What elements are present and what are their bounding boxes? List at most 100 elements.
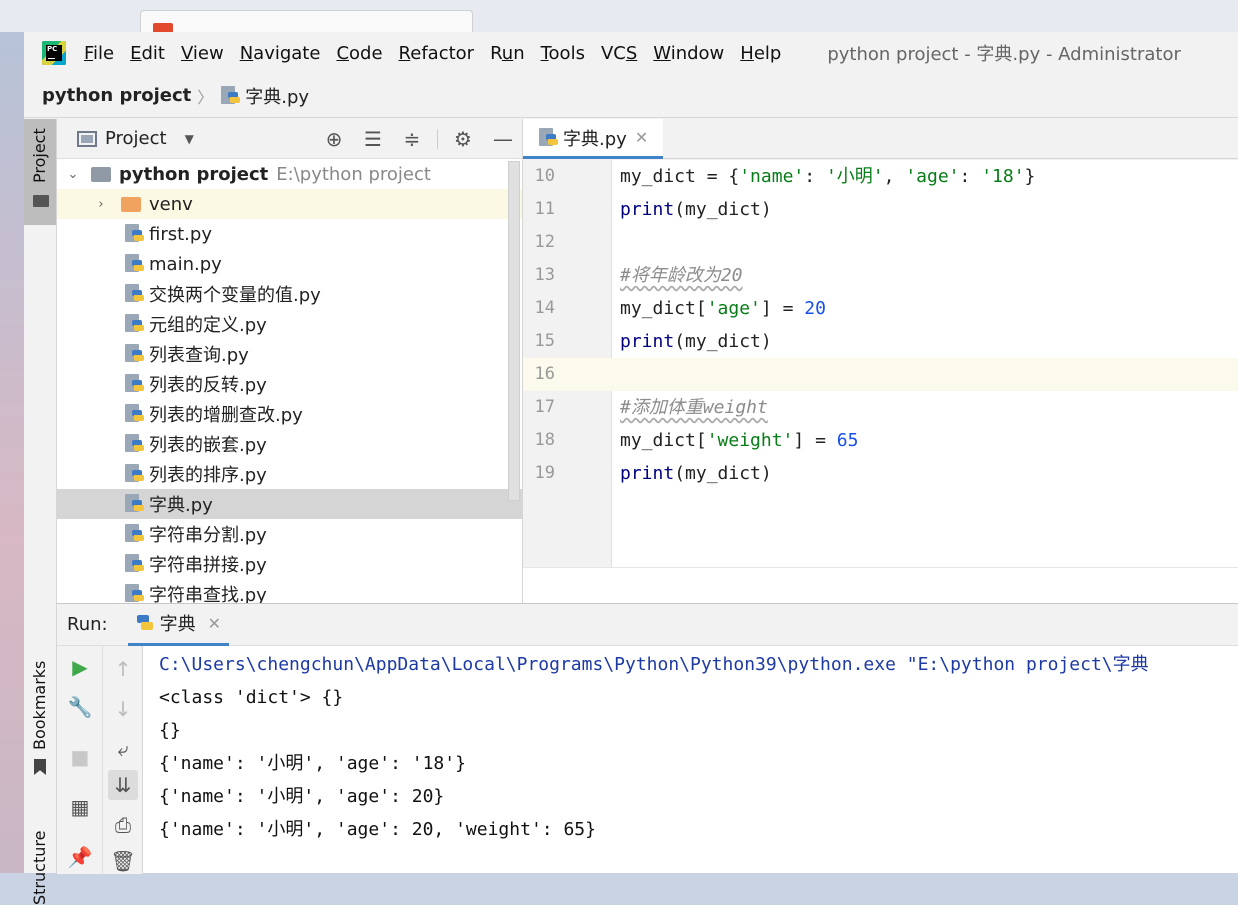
tree-file-label: 字符串拼接.py — [149, 555, 267, 576]
expand-all-icon[interactable]: ☰ — [361, 127, 385, 151]
run-panel: Run: 字典 ✕ ▶ 🔧 ■ ▦ 📌 ↑ ↓ ⤶ ⇊ ⎙ 🗑 C:\Users… — [57, 603, 1238, 874]
folder-icon — [121, 196, 141, 212]
wrench-icon[interactable]: 🔧 — [65, 692, 95, 722]
structure-tool-label: Structure — [30, 830, 49, 905]
tree-file-str-find[interactable]: 字符串查找.py — [57, 579, 522, 603]
run-toolbar-primary: ▶ 🔧 ■ ▦ 📌 — [57, 646, 103, 874]
run-tab[interactable]: 字典 ✕ — [127, 604, 229, 646]
menu-file[interactable]: File — [84, 43, 114, 64]
python-file-icon — [125, 554, 144, 574]
menu-run[interactable]: Run — [490, 43, 525, 64]
breadcrumb-file[interactable]: 字典.py — [245, 83, 309, 109]
stop-icon[interactable]: ■ — [65, 742, 95, 772]
menu-navigate[interactable]: Navigate — [240, 43, 321, 64]
code-text: my_dict['age'] = 20 — [620, 298, 826, 319]
tree-file-tuple[interactable]: 元组的定义.py — [57, 309, 522, 339]
bookmarks-tool-button[interactable]: Bookmarks — [24, 644, 56, 784]
project-panel: Project ▼ ⊕ ☰ ≑ ⚙ — ⌄ python project E:\… — [57, 119, 523, 603]
scroll-to-end-icon[interactable]: ⇊ — [108, 770, 138, 800]
pin-icon[interactable]: 📌 — [65, 842, 95, 872]
project-view-selector[interactable]: Project — [105, 128, 167, 149]
menu-edit[interactable]: Edit — [130, 43, 165, 64]
tree-file-label: 列表的嵌套.py — [149, 435, 267, 456]
editor-tab-label: 字典.py — [563, 128, 627, 150]
breadcrumb-project[interactable]: python project — [42, 85, 191, 106]
run-panel-header: Run: 字典 ✕ — [57, 604, 1238, 646]
tree-file-dict-selected[interactable]: 字典.py — [57, 489, 522, 519]
tree-file-list-reverse[interactable]: 列表的反转.py — [57, 369, 522, 399]
window-title: python project - 字典.py - Administrator — [827, 44, 1181, 65]
close-icon[interactable]: ✕ — [208, 614, 221, 633]
folder-icon — [33, 195, 49, 207]
gear-icon[interactable]: ⚙ — [451, 127, 475, 151]
line-number: 17 — [534, 397, 555, 417]
tree-file-list-nested[interactable]: 列表的嵌套.py — [57, 429, 522, 459]
tree-file-list-sort[interactable]: 列表的排序.py — [57, 459, 522, 489]
menu-vcs[interactable]: VCS — [601, 43, 637, 64]
run-label: Run: — [67, 614, 108, 635]
tree-file-label: 字典.py — [149, 495, 213, 516]
tree-root[interactable]: ⌄ python project E:\python project — [57, 159, 522, 189]
run-toolbar-secondary: ↑ ↓ ⤶ ⇊ ⎙ 🗑 — [103, 646, 143, 874]
breadcrumb-separator-icon: 〉 — [197, 87, 214, 107]
code-line: 13 #将年龄改为20 — [523, 259, 1238, 292]
chevron-right-icon[interactable]: › — [93, 197, 109, 212]
rerun-icon[interactable]: ▶ — [65, 652, 95, 682]
folder-icon — [91, 166, 111, 182]
code-line-current: 16 — [523, 358, 1238, 391]
tree-folder-venv[interactable]: › venv — [57, 189, 522, 219]
tree-file-list-query[interactable]: 列表查询.py — [57, 339, 522, 369]
console-line: {'name': '小明', 'age': '18'} — [159, 753, 466, 774]
menu-help[interactable]: Help — [740, 43, 781, 64]
code-editor[interactable]: 10 my_dict = {'name': '小明', 'age': '18'}… — [523, 160, 1238, 567]
project-tool-button[interactable]: Project — [24, 119, 56, 225]
menu-window[interactable]: Window — [653, 43, 724, 64]
layout-icon[interactable]: ▦ — [65, 792, 95, 822]
chevron-down-icon[interactable]: ⌄ — [65, 167, 81, 182]
python-file-icon — [125, 494, 144, 514]
chevron-down-icon[interactable]: ▼ — [185, 132, 194, 146]
tree-file-str-join[interactable]: 字符串拼接.py — [57, 549, 522, 579]
locate-file-icon[interactable]: ⊕ — [322, 127, 346, 151]
tree-file-label: 列表的排序.py — [149, 465, 267, 486]
menu-refactor[interactable]: Refactor — [399, 43, 475, 64]
code-line: 15 print(my_dict) — [523, 325, 1238, 358]
tree-file-first[interactable]: first.py — [57, 219, 522, 249]
arrow-up-icon[interactable]: ↑ — [108, 654, 138, 684]
line-number: 13 — [534, 265, 555, 285]
tree-file-swap[interactable]: 交换两个变量的值.py — [57, 279, 522, 309]
menu-tools[interactable]: Tools — [541, 43, 585, 64]
line-number: 16 — [534, 364, 555, 384]
tree-file-label: 字符串分割.py — [149, 525, 267, 546]
console-line: {'name': '小明', 'age': 20, 'weight': 65} — [159, 819, 596, 840]
tree-file-label: first.py — [149, 223, 212, 245]
project-view-icon — [77, 130, 97, 147]
collapse-all-icon[interactable]: ≑ — [400, 127, 424, 151]
arrow-down-icon[interactable]: ↓ — [108, 694, 138, 724]
soft-wrap-icon[interactable]: ⤶ — [108, 734, 138, 764]
console-line-command: C:\Users\chengchun\AppData\Local\Program… — [159, 654, 1149, 675]
tree-file-label: 列表的反转.py — [149, 375, 267, 396]
background-browser-tab — [140, 10, 473, 33]
python-file-icon — [221, 85, 241, 106]
code-line: 14 my_dict['age'] = 20 — [523, 292, 1238, 325]
structure-tool-button[interactable]: Structure — [24, 809, 56, 905]
code-line: 17 #添加体重weight — [523, 391, 1238, 424]
editor-tab[interactable]: 字典.py ✕ — [523, 119, 663, 159]
trash-icon[interactable]: 🗑 — [108, 846, 138, 876]
python-file-icon — [125, 284, 144, 304]
tree-file-label: 交换两个变量的值.py — [149, 285, 321, 306]
code-text: print(my_dict) — [620, 463, 772, 484]
console-output[interactable]: C:\Users\chengchun\AppData\Local\Program… — [159, 646, 1238, 874]
tree-file-list-crud[interactable]: 列表的增删查改.py — [57, 399, 522, 429]
python-file-icon — [125, 374, 144, 394]
close-icon[interactable]: ✕ — [635, 128, 648, 147]
print-icon[interactable]: ⎙ — [108, 810, 138, 840]
project-tree-scrollbar[interactable] — [508, 161, 520, 501]
console-line: {} — [159, 720, 181, 741]
menu-view[interactable]: View — [181, 43, 224, 64]
tree-file-str-split[interactable]: 字符串分割.py — [57, 519, 522, 549]
minimize-panel-icon[interactable]: — — [491, 127, 515, 151]
tree-file-main[interactable]: main.py — [57, 249, 522, 279]
menu-code[interactable]: Code — [336, 43, 382, 64]
